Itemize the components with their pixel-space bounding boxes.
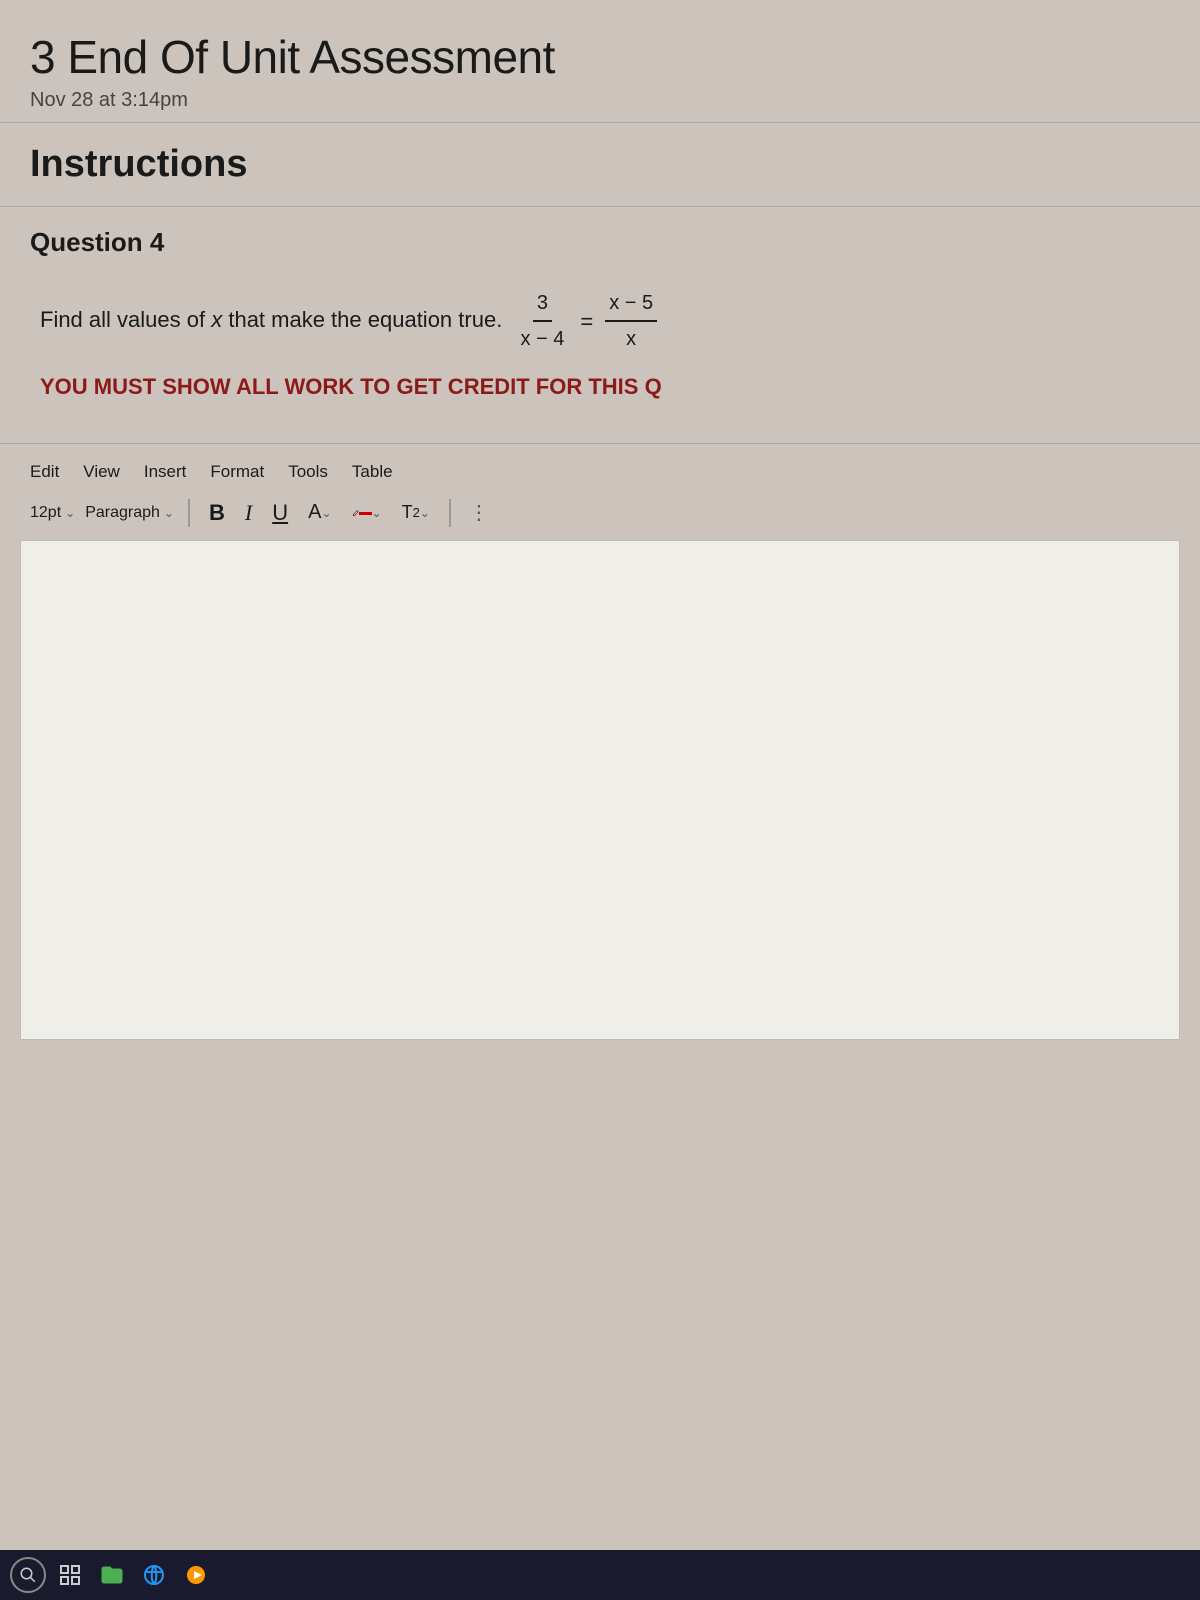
- lhs-fraction: 3 x − 4: [516, 288, 568, 354]
- editor-menubar: Edit View Insert Format Tools Table: [20, 454, 1180, 490]
- menu-table[interactable]: Table: [352, 462, 393, 482]
- lhs-numerator: 3: [533, 288, 552, 322]
- header-section: 3 End Of Unit Assessment Nov 28 at 3:14p…: [0, 0, 1200, 123]
- paragraph-label: Paragraph: [85, 504, 160, 522]
- browser-icon: [142, 1563, 166, 1587]
- rhs-fraction: x − 5 x: [605, 288, 657, 354]
- rhs-numerator: x − 5: [605, 288, 657, 322]
- menu-format[interactable]: Format: [210, 462, 264, 482]
- toolbar-divider: [188, 499, 190, 527]
- taskbar-media-icon[interactable]: [178, 1557, 214, 1593]
- editor-section: Edit View Insert Format Tools Table 12pt…: [0, 444, 1200, 1060]
- equation-container: 3 x − 4 = x − 5 x: [516, 288, 657, 354]
- page-container: 3 End Of Unit Assessment Nov 28 at 3:14p…: [0, 0, 1200, 1600]
- more-options-button[interactable]: ⋮: [469, 500, 491, 525]
- question-text-prefix: Find all values of: [40, 307, 205, 332]
- editor-area[interactable]: [20, 540, 1180, 1040]
- menu-tools[interactable]: Tools: [288, 462, 328, 482]
- font-size-label: 12pt: [30, 504, 61, 522]
- superscript-chevron: ⌄: [420, 506, 430, 520]
- font-color-chevron: ⌄: [321, 506, 331, 520]
- taskbar-search-button[interactable]: [10, 1557, 46, 1593]
- taskbar: [0, 1550, 1200, 1600]
- superscript-button[interactable]: T2 ⌄: [397, 500, 435, 525]
- pencil-icon: [352, 503, 360, 523]
- highlight-button[interactable]: ⌄: [347, 501, 387, 525]
- editor-toolbar: 12pt ⌄ Paragraph ⌄ B I U A ⌄: [20, 490, 1180, 536]
- font-size-dropdown[interactable]: 12pt ⌄: [30, 504, 75, 522]
- taskbar-grid-icon[interactable]: [52, 1557, 88, 1593]
- question-section: Question 4 Find all values of x that mak…: [0, 207, 1200, 444]
- taskbar-browser-icon[interactable]: [136, 1557, 172, 1593]
- folder-icon: [100, 1563, 124, 1587]
- menu-view[interactable]: View: [83, 462, 120, 482]
- instructions-title: Instructions: [30, 143, 1170, 186]
- menu-insert[interactable]: Insert: [144, 462, 187, 482]
- font-color-button[interactable]: A ⌄: [303, 499, 336, 526]
- warning-text: YOU MUST SHOW ALL WORK TO GET CREDIT FOR…: [40, 372, 1160, 403]
- question-content: Find all values of x that make the equat…: [30, 258, 1170, 423]
- taskbar-folder-icon[interactable]: [94, 1557, 130, 1593]
- toolbar-divider-2: [449, 499, 451, 527]
- font-color-label: A: [308, 501, 321, 524]
- highlight-chevron: ⌄: [372, 506, 382, 520]
- question-label: Question 4: [30, 227, 1170, 258]
- font-size-chevron: ⌄: [65, 506, 75, 520]
- media-icon: [184, 1563, 208, 1587]
- underline-button[interactable]: U: [267, 498, 293, 528]
- question-variable: x: [211, 307, 228, 332]
- paragraph-dropdown[interactable]: Paragraph ⌄: [85, 504, 174, 522]
- instructions-section: Instructions: [0, 123, 1200, 207]
- superscript-label: T: [402, 502, 413, 523]
- bold-button[interactable]: B: [204, 498, 230, 528]
- equals-sign: =: [580, 305, 593, 338]
- paragraph-chevron: ⌄: [164, 506, 174, 520]
- question-text: Find all values of x that make the equat…: [40, 288, 1160, 354]
- highlight-underline: [359, 512, 371, 515]
- page-title: 3 End Of Unit Assessment: [30, 30, 1170, 85]
- superscript-exp: 2: [413, 505, 420, 520]
- grid-icon: [58, 1563, 82, 1587]
- question-text-suffix: that make the equation true.: [228, 307, 502, 332]
- page-subtitle: Nov 28 at 3:14pm: [30, 89, 1170, 112]
- lhs-denominator: x − 4: [516, 322, 568, 354]
- italic-button[interactable]: I: [240, 498, 257, 528]
- search-icon: [19, 1566, 37, 1584]
- rhs-denominator: x: [622, 322, 640, 354]
- menu-edit[interactable]: Edit: [30, 462, 59, 482]
